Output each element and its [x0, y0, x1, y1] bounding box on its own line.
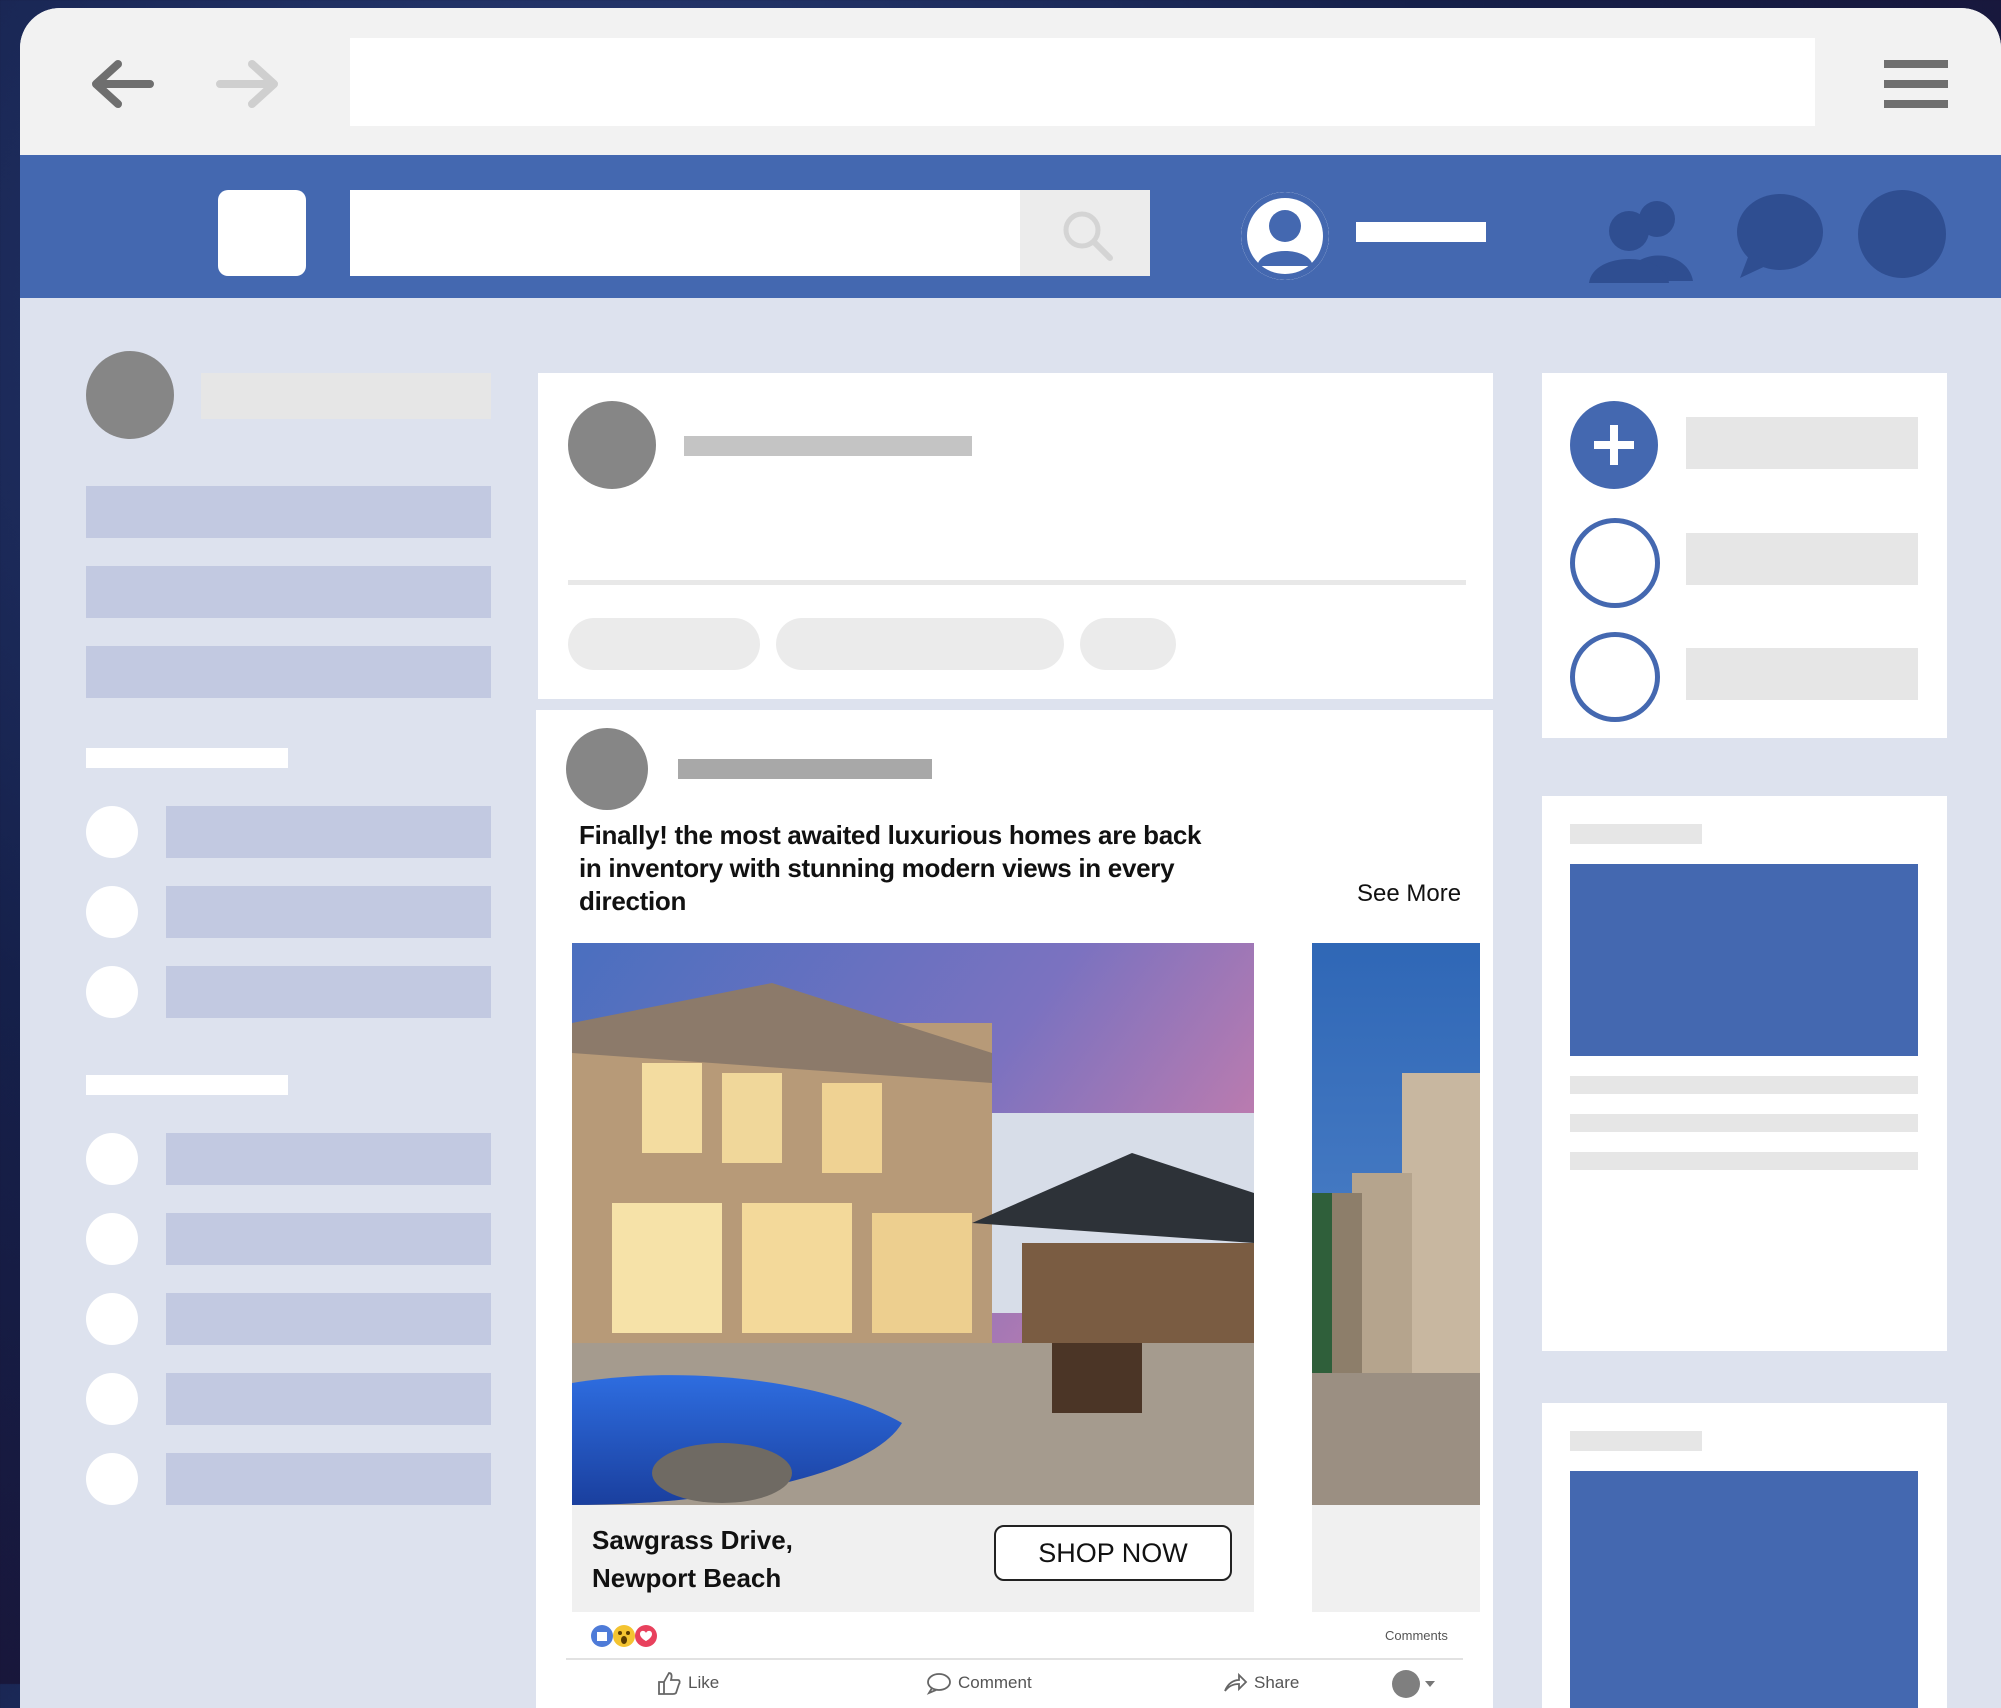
share-label: Share	[1254, 1673, 1300, 1692]
reaction-icons[interactable]	[588, 1622, 664, 1650]
plus-icon	[1594, 425, 1634, 465]
sidebar-explore-icon	[86, 1133, 138, 1185]
composer-avatar	[568, 401, 656, 489]
listing-footer-next	[1312, 1505, 1480, 1612]
sidebar-shortcut[interactable]	[166, 806, 491, 858]
profile-name-placeholder[interactable]	[1356, 222, 1486, 242]
sidebar-explore-item[interactable]	[166, 1373, 491, 1425]
sidebar-shortcut-icon	[86, 806, 138, 858]
caret-down-icon	[1425, 1681, 1435, 1687]
sponsored-post: Finally! the most awaited luxurious home…	[536, 710, 1493, 1708]
post-as-avatar	[1392, 1670, 1420, 1698]
like-button[interactable]: Like	[656, 1668, 719, 1698]
comment-button[interactable]: Comment	[926, 1668, 1032, 1698]
sponsored-card-image[interactable]	[1570, 864, 1918, 1056]
sidebar-section-heading	[86, 748, 288, 768]
listing-address-line: Sawgrass Drive,	[592, 1525, 793, 1555]
user-avatar-icon	[1241, 192, 1329, 280]
left-sidebar	[20, 298, 510, 1598]
sidebar-explore-icon	[86, 1453, 138, 1505]
thumbs-up-icon	[658, 1672, 681, 1695]
action-divider	[566, 1658, 1463, 1660]
composer-prompt[interactable]	[684, 436, 972, 456]
hamburger-menu-icon[interactable]	[1882, 56, 1950, 112]
profile-avatar[interactable]	[1241, 192, 1329, 280]
composer-divider	[568, 580, 1466, 585]
sponsored-card	[1542, 796, 1947, 1351]
sidebar-item[interactable]	[86, 486, 491, 538]
create-option-radio[interactable]	[1570, 518, 1660, 608]
sponsored-card-heading	[1570, 824, 1702, 844]
comment-label: Comment	[958, 1673, 1032, 1692]
sidebar-profile-avatar[interactable]	[86, 351, 174, 439]
search-input[interactable]	[350, 190, 1020, 276]
create-panel	[1542, 373, 1947, 738]
sponsored-card-image[interactable]	[1570, 1471, 1918, 1708]
sidebar-explore-item[interactable]	[166, 1293, 491, 1345]
sidebar-item[interactable]	[86, 566, 491, 618]
post-caption: Finally! the most awaited luxurious home…	[579, 819, 1201, 918]
arrow-right-icon[interactable]	[214, 54, 286, 114]
sidebar-explore-item[interactable]	[166, 1133, 491, 1185]
listing-photo[interactable]	[572, 943, 1254, 1505]
listing-address: Sawgrass Drive, Newport Beach	[592, 1521, 793, 1597]
sidebar-shortcut-icon	[86, 966, 138, 1018]
comments-count[interactable]: Comments	[1385, 1628, 1448, 1643]
sponsored-card-text-line	[1570, 1114, 1918, 1132]
sponsored-card-heading	[1570, 1431, 1702, 1451]
browser-window: Finally! the most awaited luxurious home…	[20, 8, 2001, 1708]
sidebar-section-heading	[86, 1075, 288, 1095]
listing-photo-next[interactable]	[1312, 943, 1480, 1505]
sidebar-explore-icon	[86, 1373, 138, 1425]
arrow-left-icon[interactable]	[84, 54, 156, 114]
sponsored-card-text-line	[1570, 1076, 1918, 1094]
search-icon	[1063, 211, 1113, 261]
create-button[interactable]	[1570, 401, 1658, 489]
share-arrow-icon	[1224, 1672, 1248, 1692]
share-button[interactable]: Share	[1222, 1668, 1299, 1698]
create-option-label[interactable]	[1686, 533, 1918, 585]
see-more-link[interactable]: See More	[1357, 880, 1461, 908]
sidebar-explore-icon	[86, 1293, 138, 1345]
post-author-avatar[interactable]	[566, 728, 648, 810]
sidebar-explore-item[interactable]	[166, 1453, 491, 1505]
composer-option-button[interactable]	[1080, 618, 1176, 670]
post-author-name[interactable]	[678, 759, 932, 779]
sidebar-shortcut[interactable]	[166, 886, 491, 938]
sponsored-card	[1542, 1403, 1947, 1708]
browser-toolbar	[20, 8, 2001, 155]
post-caption-line: in inventory with stunning modern views …	[579, 853, 1175, 883]
post-caption-line: direction	[579, 886, 687, 916]
sidebar-explore-item[interactable]	[166, 1213, 491, 1265]
sidebar-shortcut[interactable]	[166, 966, 491, 1018]
sidebar-explore-icon	[86, 1213, 138, 1265]
chat-bubble-icon[interactable]	[1734, 190, 1826, 280]
create-option-label[interactable]	[1686, 417, 1918, 469]
notification-circle-icon[interactable]	[1858, 190, 1946, 278]
main-content: Finally! the most awaited luxurious home…	[20, 298, 2001, 1708]
shop-now-button[interactable]: SHOP NOW	[994, 1525, 1232, 1581]
sidebar-profile-name[interactable]	[201, 373, 491, 419]
post-as-selector[interactable]	[1392, 1670, 1436, 1698]
listing-address-line: Newport Beach	[592, 1563, 782, 1593]
post-caption-line: Finally! the most awaited luxurious home…	[579, 820, 1202, 850]
sidebar-shortcut-icon	[86, 886, 138, 938]
facebook-logo[interactable]	[218, 190, 306, 276]
composer-option-button[interactable]	[776, 618, 1064, 670]
post-composer	[538, 373, 1493, 699]
listing-footer: Sawgrass Drive, Newport Beach SHOP NOW	[572, 1505, 1254, 1612]
address-bar[interactable]	[350, 38, 1815, 126]
like-label: Like	[688, 1673, 720, 1692]
comment-bubble-icon	[926, 1673, 951, 1695]
facebook-header	[20, 155, 2001, 298]
composer-option-button[interactable]	[568, 618, 760, 670]
sponsored-card-text-line	[1570, 1152, 1918, 1170]
search-button[interactable]	[1020, 190, 1150, 276]
create-option-label[interactable]	[1686, 648, 1918, 700]
sidebar-item[interactable]	[86, 646, 491, 698]
friends-icon[interactable]	[1583, 197, 1701, 283]
create-option-radio[interactable]	[1570, 632, 1660, 722]
